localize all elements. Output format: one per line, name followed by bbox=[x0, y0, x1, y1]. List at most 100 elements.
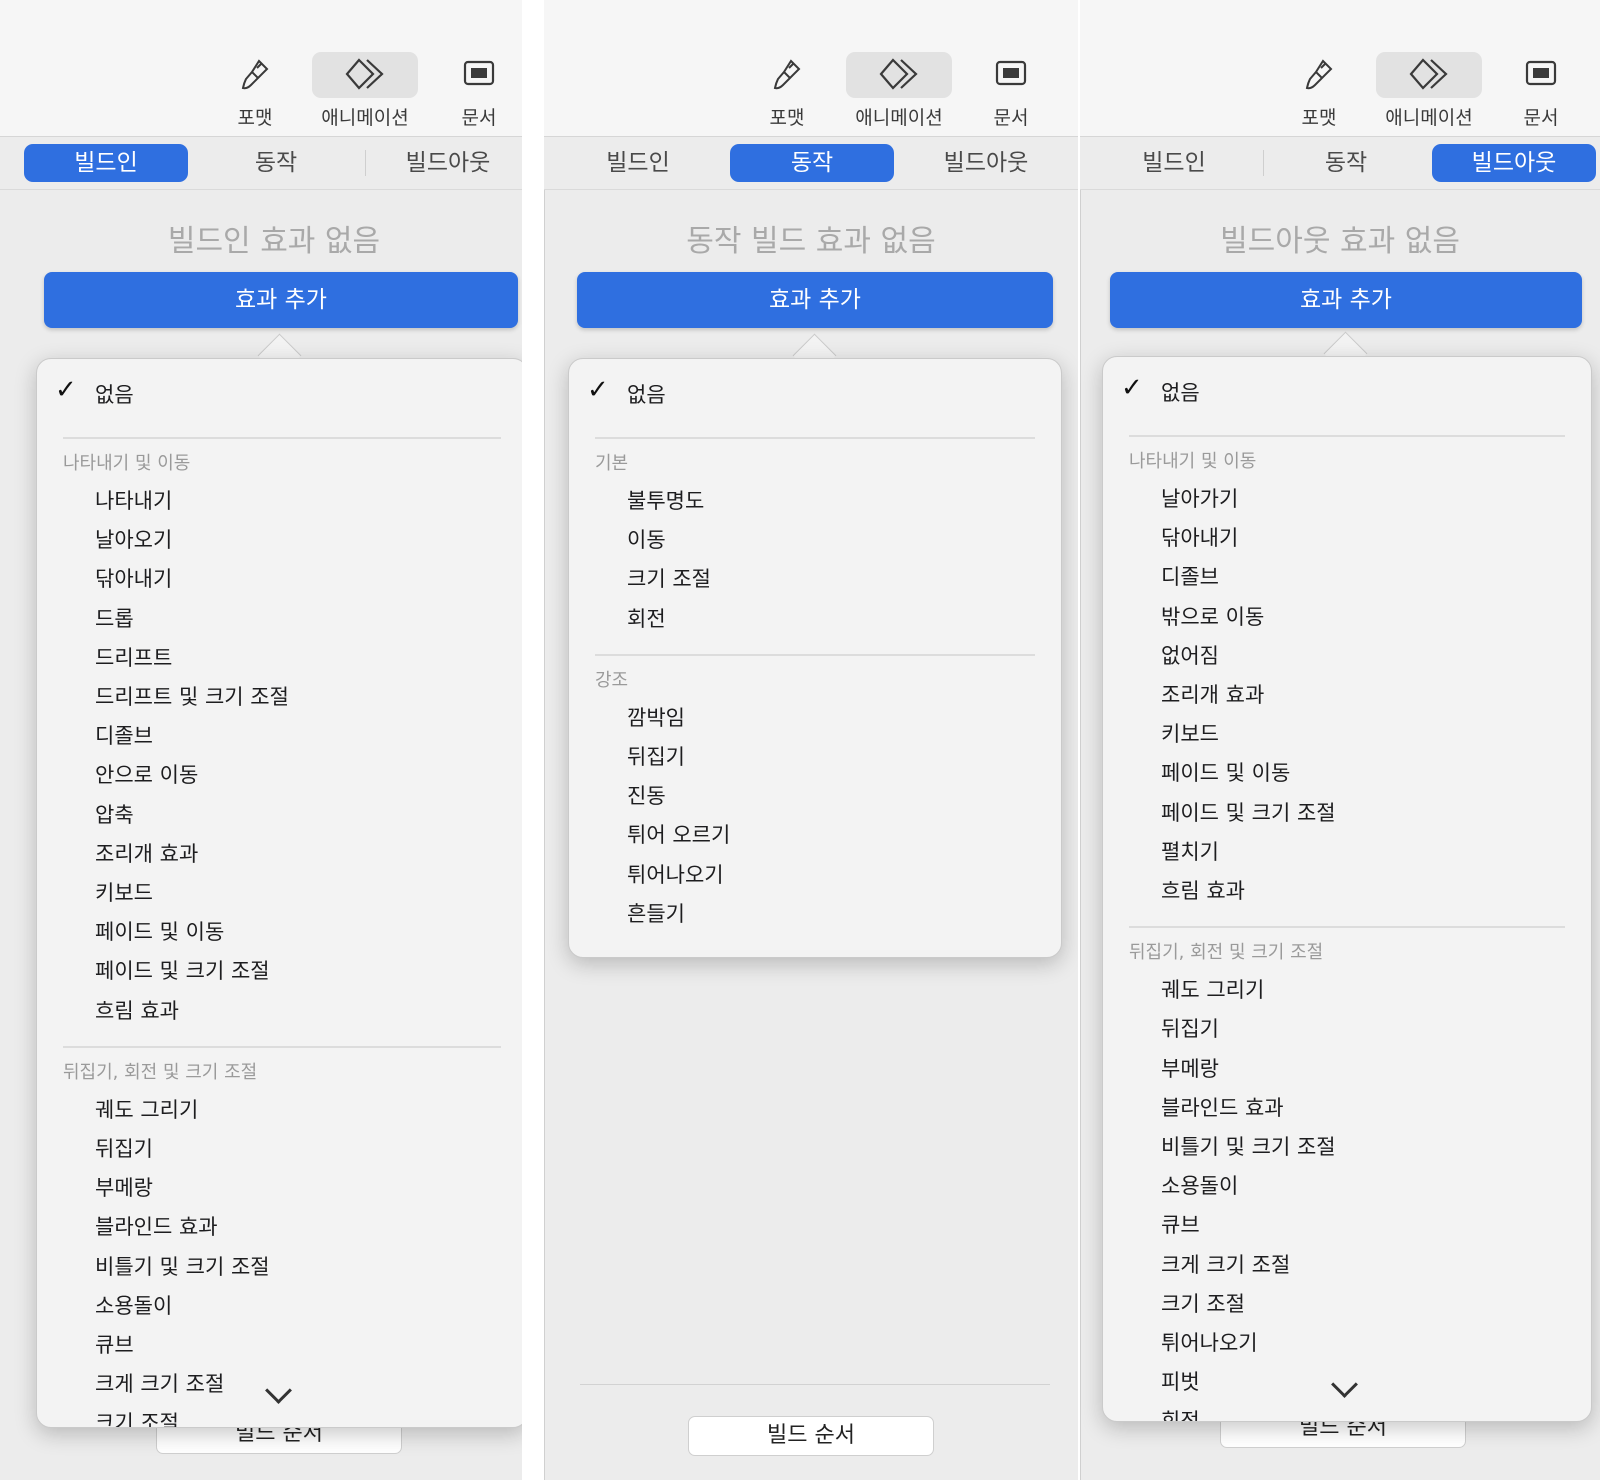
menu-item[interactable]: 이동 bbox=[627, 524, 666, 554]
menu-item[interactable]: 깜박임 bbox=[627, 702, 685, 732]
tab-build-out[interactable]: 빌드아웃 bbox=[366, 144, 522, 182]
animate-button[interactable]: 애니메이션 bbox=[1376, 52, 1482, 136]
menu-item[interactable]: 비틀기 및 크기 조절 bbox=[1161, 1131, 1336, 1161]
menu-item[interactable]: 궤도 그리기 bbox=[95, 1094, 198, 1124]
menu-item[interactable]: 페이드 및 크기 조절 bbox=[1161, 797, 1336, 827]
format-button[interactable]: 포맷 bbox=[202, 52, 308, 136]
menu-item[interactable]: 조리개 효과 bbox=[95, 838, 198, 868]
menu-item[interactable]: 닦아내기 bbox=[1161, 522, 1238, 552]
menu-item[interactable]: 큐브 bbox=[1161, 1209, 1200, 1239]
menu-item[interactable]: 키보드 bbox=[95, 877, 153, 907]
build-tabs: 빌드인 동작 빌드아웃 bbox=[24, 144, 522, 182]
menu-item[interactable]: 소용돌이 bbox=[95, 1290, 172, 1320]
animate-button[interactable]: 애니메이션 bbox=[312, 52, 418, 136]
tab-build-out[interactable]: 빌드아웃 bbox=[904, 144, 1068, 182]
menu-item[interactable]: 드리프트 bbox=[95, 642, 172, 672]
menu-item[interactable]: 흐림 효과 bbox=[95, 995, 179, 1025]
effect-menu-popover: ✓ 없음 나타내기 및 이동 날아가기 닦아내기 디졸브 밖으로 이동 없어짐 조리개 효과 키보… bbox=[1102, 356, 1592, 1422]
build-order-button[interactable]: 빌드 순서 bbox=[688, 1416, 934, 1456]
menu-item[interactable]: 닦아내기 bbox=[95, 563, 172, 593]
build-tabs: 빌드인 동작 빌드아웃 bbox=[556, 144, 1068, 182]
menu-item[interactable]: 안으로 이동 bbox=[95, 759, 198, 789]
format-button[interactable]: 포맷 bbox=[734, 52, 840, 136]
chevron-down-icon[interactable] bbox=[1331, 1371, 1358, 1398]
menu-item[interactable]: 드리프트 및 크기 조절 bbox=[95, 681, 289, 711]
add-effect-button[interactable]: 효과 추가 bbox=[44, 272, 518, 328]
effect-menu-popover: ✓ 없음 기본 불투명도 이동 크기 조절 회전 강조 깜박임 뒤집기 진동 튀어 오르기 튀어나오기 흔… bbox=[568, 358, 1062, 958]
tab-build-in[interactable]: 빌드인 bbox=[556, 144, 720, 182]
menu-item[interactable]: 크기 조절 bbox=[627, 563, 711, 593]
menu-item[interactable]: 블라인드 효과 bbox=[1161, 1092, 1284, 1122]
menu-item[interactable]: 디졸브 bbox=[95, 720, 153, 750]
menu-item[interactable]: 키보드 bbox=[1161, 718, 1219, 748]
menu-item[interactable]: 페이드 및 크기 조절 bbox=[95, 955, 270, 985]
menu-item[interactable]: 흔들기 bbox=[627, 898, 685, 928]
tab-action[interactable]: 동작 bbox=[730, 144, 894, 182]
menu-item[interactable]: 뒤집기 bbox=[627, 741, 685, 771]
menu-item[interactable]: 궤도 그리기 bbox=[1161, 974, 1264, 1004]
document-button[interactable]: 문서 bbox=[426, 52, 522, 136]
animate-button[interactable]: 애니메이션 bbox=[846, 52, 952, 136]
menu-item[interactable]: 회전 bbox=[1161, 1405, 1200, 1421]
menu-item[interactable]: 조리개 효과 bbox=[1161, 679, 1264, 709]
menu-separator bbox=[1129, 926, 1565, 929]
format-label: 포맷 bbox=[769, 107, 805, 129]
menu-item[interactable]: 없어짐 bbox=[1161, 640, 1219, 670]
add-effect-button[interactable]: 효과 추가 bbox=[1110, 272, 1582, 328]
animate-panel-build-in: 포맷 애니메이션 문서 빌드인 동작 빌드아웃 빌드인 효과 없음 효과 추가 … bbox=[0, 0, 522, 1480]
menu-separator bbox=[63, 1045, 501, 1048]
menu-item[interactable]: 튀어나오기 bbox=[627, 859, 724, 889]
menu-item[interactable]: 펼치기 bbox=[1161, 836, 1219, 866]
document-button[interactable]: 문서 bbox=[958, 52, 1064, 136]
menu-item[interactable]: 큐브 bbox=[95, 1329, 134, 1359]
menu-item[interactable]: 튀어나오기 bbox=[1161, 1327, 1258, 1357]
menu-item[interactable]: 소용돌이 bbox=[1161, 1170, 1238, 1200]
tab-build-out[interactable]: 빌드아웃 bbox=[1432, 144, 1596, 182]
menu-item-none[interactable]: ✓ 없음 bbox=[37, 373, 522, 413]
menu-item[interactable]: 흐림 효과 bbox=[1161, 875, 1245, 905]
menu-item[interactable]: 부메랑 bbox=[1161, 1053, 1219, 1083]
menu-item[interactable]: 밖으로 이동 bbox=[1161, 601, 1264, 631]
inspector-toolbar: 포맷 애니메이션 문서 bbox=[0, 0, 522, 137]
menu-item[interactable]: 회전 bbox=[627, 603, 666, 633]
chevron-down-icon[interactable] bbox=[265, 1377, 292, 1404]
menu-item[interactable]: 날아가기 bbox=[1161, 483, 1238, 513]
menu-separator bbox=[595, 653, 1035, 656]
no-effect-label: 빌드아웃 효과 없음 bbox=[1220, 224, 1460, 259]
menu-item[interactable]: 뒤집기 bbox=[95, 1133, 153, 1163]
menu-item[interactable]: 뒤집기 bbox=[1161, 1013, 1219, 1043]
menu-item-label: 없음 bbox=[95, 383, 134, 407]
tab-action[interactable]: 동작 bbox=[194, 144, 358, 182]
menu-item[interactable]: 블라인드 효과 bbox=[95, 1211, 218, 1241]
tabs-separator bbox=[544, 189, 1078, 190]
format-button[interactable]: 포맷 bbox=[1266, 52, 1372, 136]
menu-item[interactable]: 진동 bbox=[627, 780, 666, 810]
tab-action[interactable]: 동작 bbox=[1264, 144, 1428, 182]
menu-item[interactable]: 디졸브 bbox=[1161, 561, 1219, 591]
add-effect-button[interactable]: 효과 추가 bbox=[577, 272, 1053, 328]
menu-item[interactable]: 피벗 bbox=[1161, 1366, 1200, 1396]
tab-build-in[interactable]: 빌드인 bbox=[1092, 144, 1256, 182]
menu-item[interactable]: 페이드 및 이동 bbox=[95, 916, 224, 946]
menu-item[interactable]: 페이드 및 이동 bbox=[1161, 757, 1290, 787]
document-button[interactable]: 문서 bbox=[1488, 52, 1594, 136]
diamond-animate-icon bbox=[1409, 58, 1448, 90]
menu-item[interactable]: 크게 크기 조절 bbox=[95, 1368, 224, 1398]
document-icon bbox=[1525, 60, 1557, 86]
document-label: 문서 bbox=[461, 107, 497, 129]
menu-item[interactable]: 나타내기 bbox=[95, 485, 172, 515]
menu-item[interactable]: 크게 크기 조절 bbox=[1161, 1249, 1290, 1279]
menu-item[interactable]: 드롭 bbox=[95, 603, 134, 633]
menu-item-none[interactable]: ✓ 없음 bbox=[569, 373, 1061, 413]
tab-build-in[interactable]: 빌드인 bbox=[24, 144, 188, 182]
inspector-toolbar: 포맷 애니메이션 문서 bbox=[1080, 0, 1600, 137]
menu-item-none[interactable]: ✓ 없음 bbox=[1103, 371, 1591, 411]
menu-item[interactable]: 비틀기 및 크기 조절 bbox=[95, 1251, 270, 1281]
menu-item[interactable]: 불투명도 bbox=[627, 485, 704, 515]
menu-item[interactable]: 날아오기 bbox=[95, 524, 172, 554]
menu-item[interactable]: 크기 조절 bbox=[1161, 1288, 1245, 1318]
menu-item[interactable]: 부메랑 bbox=[95, 1172, 153, 1202]
menu-item[interactable]: 압축 bbox=[95, 799, 134, 829]
menu-item[interactable]: 크기 조절 bbox=[95, 1407, 179, 1427]
menu-item[interactable]: 튀어 오르기 bbox=[627, 819, 730, 849]
